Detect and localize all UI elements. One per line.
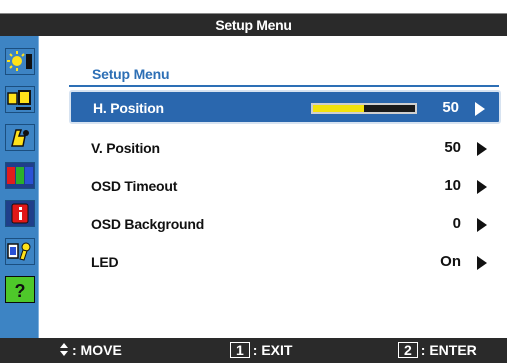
menu-item-label: OSD Timeout — [91, 178, 178, 194]
menu-item-label: OSD Background — [91, 216, 205, 232]
menu-item-label: V. Position — [91, 140, 160, 156]
color-temp-icon[interactable] — [5, 124, 35, 151]
menu-item-osd-background[interactable]: OSD Background 0 — [69, 208, 501, 242]
right-arrow-icon[interactable] — [477, 142, 487, 156]
menu-item-value: On — [440, 253, 461, 270]
h-position-slider[interactable] — [311, 103, 417, 114]
setup-menu-icon[interactable] — [5, 238, 35, 265]
right-arrow-icon[interactable] — [477, 218, 487, 232]
move-label: : MOVE — [72, 342, 122, 358]
image-setup-icon[interactable] — [5, 86, 35, 113]
menu-item-value: 50 — [444, 139, 461, 156]
right-arrow-icon[interactable] — [477, 180, 487, 194]
color-bars-icon[interactable] — [5, 162, 35, 189]
panel-divider — [69, 85, 499, 87]
menu-item-label: LED — [91, 254, 119, 270]
menu-item-value: 50 — [442, 99, 459, 116]
exit-key: 1 — [230, 342, 250, 358]
menu-item-label: H. Position — [93, 100, 164, 116]
footer-bar: : MOVE 1: EXIT 2: ENTER — [0, 338, 507, 363]
settings-panel: Setup Menu H. Position 50 V. Position 50… — [39, 36, 507, 338]
menu-item-value: 10 — [444, 177, 461, 194]
information-icon[interactable] — [5, 200, 35, 227]
enter-label: : ENTER — [420, 342, 477, 358]
right-arrow-icon[interactable] — [475, 102, 485, 116]
slider-fill — [313, 105, 364, 112]
menu-item-led[interactable]: LED On — [69, 246, 501, 280]
move-hint: : MOVE — [60, 342, 122, 358]
menu-item-h-position[interactable]: H. Position 50 — [69, 90, 501, 124]
up-down-arrow-icon — [60, 343, 68, 357]
menu-item-v-position[interactable]: V. Position 50 — [69, 132, 501, 166]
panel-title: Setup Menu — [92, 66, 170, 82]
enter-key: 2 — [398, 342, 418, 358]
right-arrow-icon[interactable] — [477, 256, 487, 270]
enter-hint: 2: ENTER — [398, 342, 477, 358]
help-icon[interactable]: ? — [5, 276, 35, 303]
menu-item-value: 0 — [452, 215, 461, 232]
exit-hint: 1: EXIT — [230, 342, 292, 358]
svg-text:?: ? — [15, 281, 26, 301]
exit-label: : EXIT — [252, 342, 293, 358]
brightness-icon[interactable] — [5, 48, 35, 75]
window-title: Setup Menu — [0, 13, 507, 36]
sidebar: ? — [0, 36, 39, 338]
osd-window: Setup Menu ? Setup Menu H. Position 50 V… — [0, 13, 507, 363]
menu-item-osd-timeout[interactable]: OSD Timeout 10 — [69, 170, 501, 204]
